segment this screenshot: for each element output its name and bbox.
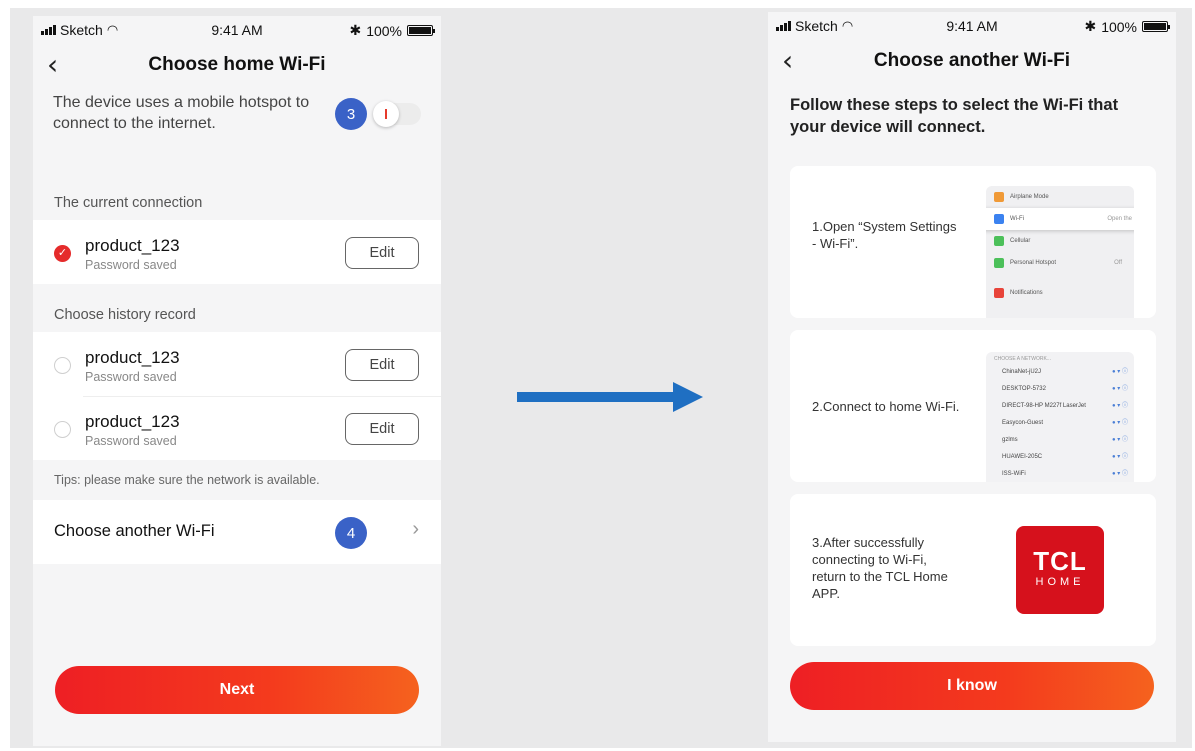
- network-name: DESKTOP-5732: [1002, 386, 1046, 392]
- network-info-icon: ● ▾ ⓘ: [1112, 403, 1128, 409]
- history-wifi-item[interactable]: product_123 Password saved Edit: [33, 396, 441, 460]
- history-record-label: Choose history record: [54, 307, 196, 323]
- network-row: Easycon-Guest ● ▾ ⓘ: [986, 415, 1134, 432]
- radio-icon[interactable]: [54, 421, 71, 438]
- edit-button[interactable]: Edit: [345, 413, 419, 445]
- checked-radio-icon[interactable]: ✓: [54, 245, 71, 262]
- bluetooth-icon: ✱: [1084, 18, 1097, 34]
- network-name: ChinaNet-jU2J: [1002, 369, 1042, 375]
- network-row: ChinaNet-jU2J ● ▾ ⓘ: [986, 364, 1134, 381]
- network-row: ISS-WiFi ● ▾ ⓘ: [986, 466, 1134, 482]
- battery-percent: 100%: [1101, 18, 1137, 35]
- logo-line-1: TCL: [1033, 546, 1087, 576]
- wifi-settings-icon: [994, 214, 1004, 224]
- tips-text: Tips: please make sure the network is av…: [54, 473, 320, 487]
- nav-bar: ‹ Choose another Wi-Fi: [768, 42, 1176, 86]
- step-badge-3: 3: [335, 98, 367, 130]
- network-row: DIRECT-98-HP M227f LaserJet ● ▾ ⓘ: [986, 398, 1134, 415]
- choose-another-wifi-screen: Sketch ◠ 9:41 AM ✱ 100% ‹ Choose another…: [768, 12, 1176, 742]
- hotspot-description: The device uses a mobile hotspot to conn…: [53, 94, 310, 132]
- battery-percent: 100%: [366, 22, 402, 39]
- cellular-icon: [994, 236, 1004, 246]
- wifi-status: Password saved: [85, 370, 177, 384]
- history-wifi-item[interactable]: product_123 Password saved Edit: [33, 332, 441, 396]
- settings-row-label: Personal Hotspot: [1010, 260, 1057, 266]
- step-badge-4: 4: [335, 517, 367, 549]
- battery-icon: [1142, 21, 1170, 32]
- hotspot-icon: [994, 258, 1004, 268]
- step-text: 2.Connect to home Wi-Fi.: [812, 399, 960, 414]
- settings-row-wifi: Wi-Fi Open the: [986, 208, 1134, 230]
- radio-icon[interactable]: [54, 357, 71, 374]
- bluetooth-icon: ✱: [349, 22, 362, 38]
- settings-row: Notifications: [986, 282, 1134, 304]
- network-name: HUAWEI-205C: [1002, 454, 1043, 460]
- settings-row: Airplane Mode: [986, 186, 1134, 208]
- network-row: HUAWEI-205C ● ▾ ⓘ: [986, 449, 1134, 466]
- choose-another-wifi-label: Choose another Wi-Fi: [54, 522, 215, 540]
- wifi-status: Password saved: [85, 258, 177, 272]
- airplane-icon: [994, 192, 1004, 202]
- network-info-icon: ● ▾ ⓘ: [1112, 420, 1128, 426]
- current-connection-card: ✓ product_123 Password saved Edit: [33, 220, 441, 284]
- wifi-status: Password saved: [85, 434, 177, 448]
- network-info-icon: ● ▾ ⓘ: [1112, 437, 1128, 443]
- notifications-icon: [994, 288, 1004, 298]
- step-card-2: 2.Connect to home Wi-Fi. CHOOSE A NETWOR…: [790, 330, 1156, 482]
- hotspot-row: The device uses a mobile hotspot to conn…: [33, 90, 441, 160]
- network-name: gzlms: [1002, 437, 1018, 443]
- settings-row-label: Airplane Mode: [1010, 194, 1049, 200]
- next-button[interactable]: Next: [55, 666, 419, 714]
- history-list: product_123 Password saved Edit product_…: [33, 332, 441, 460]
- settings-row-value: Open the: [1107, 216, 1132, 222]
- logo-line-2: HOME: [1035, 576, 1085, 588]
- current-connection-label: The current connection: [54, 195, 203, 211]
- toggle-knob: [373, 101, 399, 127]
- edit-button[interactable]: Edit: [345, 237, 419, 269]
- network-row: DESKTOP-5732 ● ▾ ⓘ: [986, 381, 1134, 398]
- tcl-home-logo: TCL HOME: [1016, 526, 1104, 614]
- network-name: Easycon-Guest: [1002, 420, 1044, 426]
- network-info-icon: ● ▾ ⓘ: [1112, 471, 1128, 477]
- network-info-icon: ● ▾ ⓘ: [1112, 386, 1128, 392]
- network-row: gzlms ● ▾ ⓘ: [986, 432, 1134, 449]
- step-card-3: 3.After successfully connecting to Wi-Fi…: [790, 494, 1156, 646]
- i-know-button[interactable]: I know: [790, 662, 1154, 710]
- current-wifi-item[interactable]: ✓ product_123 Password saved Edit: [33, 220, 441, 284]
- instructions-heading: Follow these steps to select the Wi-Fi t…: [790, 96, 1119, 136]
- wifi-name: product_123: [85, 348, 180, 367]
- status-bar: Sketch ◠ 9:41 AM ✱ 100%: [768, 12, 1176, 42]
- network-info-icon: ● ▾ ⓘ: [1112, 369, 1128, 375]
- settings-row-label: Cellular: [1010, 238, 1031, 244]
- step-text: 1.Open “System Settings - Wi-Fi”.: [812, 219, 957, 251]
- status-bar: Sketch ◠ 9:41 AM ✱ 100%: [33, 16, 441, 46]
- wifi-name: product_123: [85, 412, 180, 431]
- settings-row: Cellular: [986, 230, 1134, 252]
- settings-row-label: Wi-Fi: [1010, 216, 1024, 222]
- network-info-icon: ● ▾ ⓘ: [1112, 454, 1128, 460]
- step-card-1: 1.Open “System Settings - Wi-Fi”. Airpla…: [790, 166, 1156, 318]
- flow-arrow-icon: [517, 382, 703, 412]
- settings-row-label: Notifications: [1010, 290, 1043, 296]
- battery-icon: [407, 25, 435, 36]
- wifi-name: product_123: [85, 236, 180, 255]
- nav-bar: ‹ Choose home Wi-Fi: [33, 46, 441, 90]
- chevron-right-icon: ›: [412, 518, 419, 540]
- choose-another-wifi-row[interactable]: Choose another Wi-Fi 4 ›: [33, 500, 441, 564]
- edit-button[interactable]: Edit: [345, 349, 419, 381]
- choose-home-wifi-screen: Sketch ◠ 9:41 AM ✱ 100% ‹ Choose home Wi…: [33, 16, 441, 746]
- hotspot-toggle[interactable]: [373, 101, 421, 127]
- page-title: Choose home Wi-Fi: [148, 54, 326, 75]
- settings-screenshot: Airplane Mode Wi-Fi Open the Cellular Per…: [986, 186, 1134, 318]
- settings-row-value: Off: [1114, 260, 1122, 266]
- networks-header: CHOOSE A NETWORK...: [994, 356, 1051, 362]
- settings-row: Personal Hotspot Off: [986, 252, 1134, 274]
- network-name: DIRECT-98-HP M227f LaserJet: [1002, 403, 1086, 409]
- page-title: Choose another Wi-Fi: [873, 50, 1071, 71]
- networks-screenshot: CHOOSE A NETWORK... ChinaNet-jU2J ● ▾ ⓘ D…: [986, 352, 1134, 482]
- step-text: 3.After successfully connecting to Wi-Fi…: [812, 535, 948, 601]
- network-name: ISS-WiFi: [1002, 471, 1026, 477]
